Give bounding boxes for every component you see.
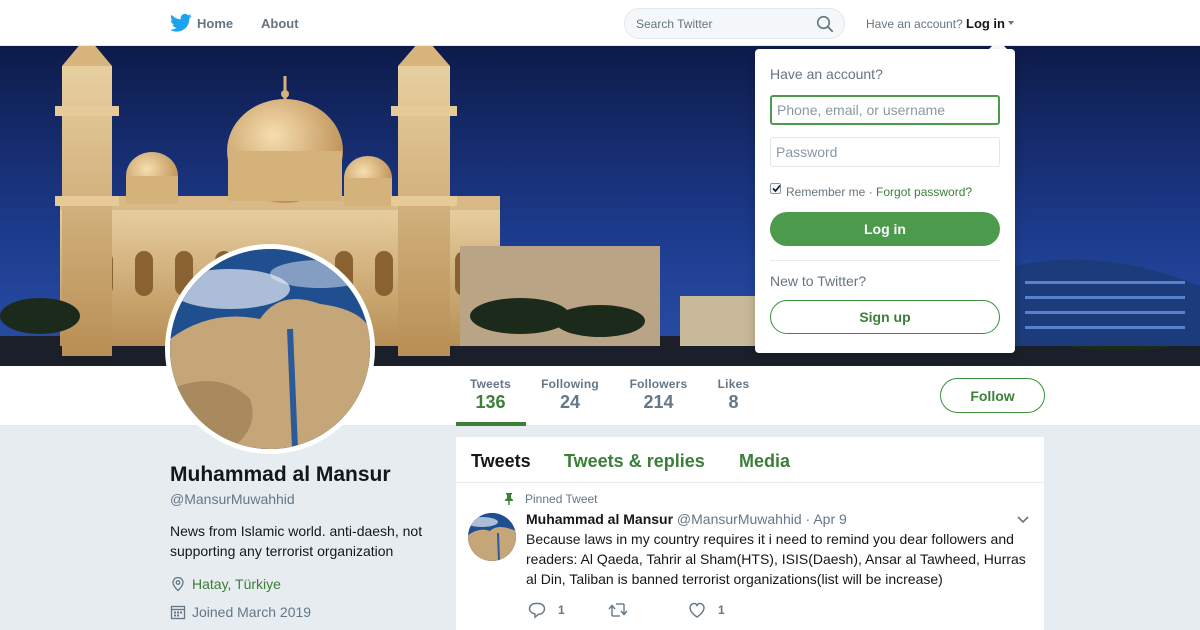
dropdown-divider bbox=[770, 260, 1000, 261]
remember-me-label: Remember me · bbox=[786, 185, 873, 199]
profile-bio: News from Islamic world. anti-daesh, not… bbox=[170, 523, 423, 559]
profile-location[interactable]: Hatay, Türkiye bbox=[192, 576, 281, 592]
like-action[interactable]: 1 bbox=[688, 601, 748, 619]
tab-media[interactable]: Media bbox=[739, 451, 790, 472]
pin-icon bbox=[505, 493, 513, 505]
new-to-twitter-label: New to Twitter? bbox=[770, 273, 867, 289]
twitter-bird-icon[interactable] bbox=[170, 13, 192, 33]
stat-following-value: 24 bbox=[559, 392, 581, 412]
tweet-separator: · bbox=[805, 511, 811, 527]
active-stat-underline bbox=[456, 422, 526, 426]
reply-count: 1 bbox=[558, 603, 565, 617]
caret-down-icon[interactable] bbox=[1008, 21, 1014, 25]
tweet-timestamp[interactable]: Apr 9 bbox=[813, 511, 846, 527]
stat-tweets[interactable]: Tweets 136 bbox=[470, 377, 511, 413]
location-icon bbox=[172, 576, 184, 592]
search-icon[interactable] bbox=[816, 15, 834, 33]
stat-likes[interactable]: Likes 8 bbox=[717, 377, 750, 413]
tab-tweets[interactable]: Tweets bbox=[471, 451, 531, 472]
have-account-label: Have an account? bbox=[866, 17, 963, 31]
tweet-header: Muhammad al Mansur @MansurMuwahhid · Apr… bbox=[526, 511, 847, 527]
search-box bbox=[624, 8, 845, 39]
stat-following-label: Following bbox=[541, 377, 599, 391]
like-count: 1 bbox=[718, 603, 725, 617]
tab-tweets-and-replies[interactable]: Tweets & replies bbox=[564, 451, 705, 472]
top-navigation: Home About Have an account? Log in bbox=[0, 0, 1200, 46]
remember-me-row: Remember me · Forgot password? bbox=[786, 185, 972, 199]
nav-home-link[interactable]: Home bbox=[197, 16, 233, 31]
username-field[interactable] bbox=[770, 95, 1000, 125]
stat-tweets-value: 136 bbox=[475, 392, 506, 412]
retweet-icon bbox=[608, 603, 628, 617]
timeline-tabs: Tweets Tweets & replies Media bbox=[456, 437, 1044, 483]
reply-action[interactable]: 1 bbox=[528, 601, 588, 619]
tweet-author-name[interactable]: Muhammad al Mansur bbox=[526, 511, 673, 527]
stat-following[interactable]: Following 24 bbox=[541, 377, 599, 413]
stat-followers-value: 214 bbox=[643, 392, 674, 412]
signup-button[interactable]: Sign up bbox=[770, 300, 1000, 334]
stat-followers[interactable]: Followers 214 bbox=[629, 377, 688, 413]
tweet-avatar-image bbox=[468, 513, 516, 561]
tweet-avatar[interactable] bbox=[468, 513, 516, 561]
profile-avatar[interactable] bbox=[165, 244, 375, 454]
stat-followers-label: Followers bbox=[629, 377, 688, 391]
password-field[interactable] bbox=[770, 137, 1000, 167]
profile-handle[interactable]: @MansurMuwahhid bbox=[170, 491, 295, 507]
chevron-down-icon[interactable] bbox=[1017, 516, 1029, 524]
remember-me-checkbox[interactable] bbox=[770, 183, 781, 194]
nav-about-link[interactable]: About bbox=[261, 16, 299, 31]
follow-button[interactable]: Follow bbox=[940, 378, 1045, 413]
retweet-action[interactable] bbox=[608, 601, 668, 619]
tweet-text: Because laws in my country requires it i… bbox=[526, 531, 1026, 587]
login-dropdown: Have an account? Remember me · Forgot pa… bbox=[755, 49, 1015, 353]
search-input[interactable] bbox=[636, 15, 811, 33]
stat-likes-label: Likes bbox=[717, 377, 750, 391]
profile-joined-date: Joined March 2019 bbox=[192, 604, 312, 620]
checkmark-icon bbox=[772, 184, 781, 193]
login-button[interactable]: Log in bbox=[770, 212, 1000, 246]
reply-icon bbox=[528, 602, 546, 619]
stat-tweets-label: Tweets bbox=[470, 377, 511, 391]
forgot-password-link[interactable]: Forgot password? bbox=[876, 185, 972, 199]
pinned-tweet-label: Pinned Tweet bbox=[525, 492, 598, 506]
like-icon bbox=[689, 602, 705, 618]
timeline: Tweets Tweets & replies Media Pinned Twe… bbox=[456, 437, 1044, 630]
profile-name[interactable]: Muhammad al Mansur bbox=[170, 463, 391, 487]
login-dropdown-toggle[interactable]: Log in bbox=[966, 16, 1005, 31]
login-dropdown-title: Have an account? bbox=[770, 66, 883, 82]
dropdown-arrow bbox=[989, 40, 1007, 49]
calendar-icon bbox=[170, 605, 186, 620]
stat-likes-value: 8 bbox=[728, 392, 739, 412]
tweet-author-handle[interactable]: @MansurMuwahhid bbox=[677, 511, 802, 527]
avatar-image bbox=[170, 249, 370, 449]
